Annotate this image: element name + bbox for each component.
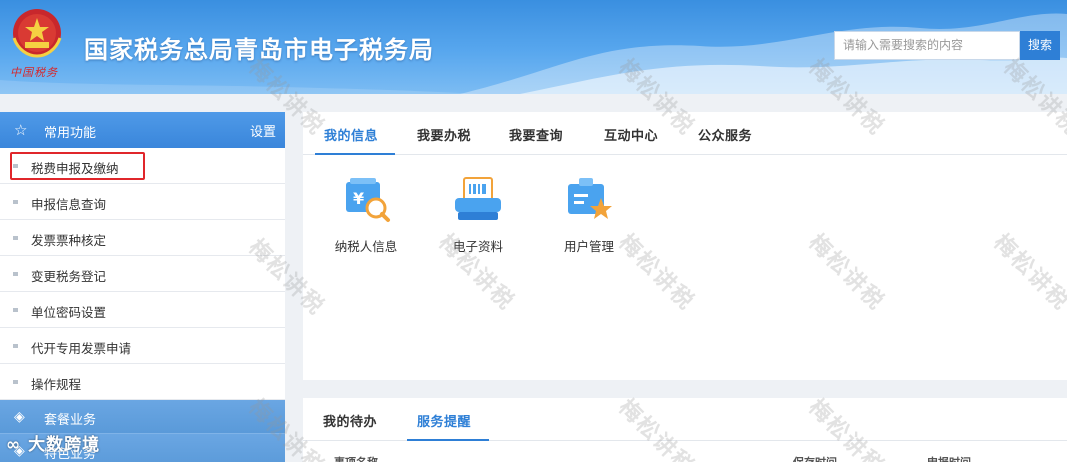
- tab-my-todo[interactable]: 我的待办: [323, 411, 377, 430]
- tab-my-info[interactable]: 我的信息: [324, 125, 378, 144]
- sidebar-item-procedures[interactable]: 操作规程: [0, 364, 285, 400]
- sidebar-item-label: 代开专用发票申请: [31, 341, 132, 356]
- active-tab-indicator: [407, 439, 489, 441]
- sidebar-settings-link[interactable]: 设置: [250, 121, 276, 140]
- tile-label: 电子资料: [452, 239, 503, 254]
- todo-panel: 我的待办 服务提醒 事项名称 保存时间 申报时间: [303, 398, 1067, 462]
- bullet-icon: [13, 272, 18, 276]
- sidebar-item-filing-query[interactable]: 申报信息查询: [0, 184, 285, 220]
- tab-tax-handling[interactable]: 我要办税: [417, 125, 471, 144]
- tab-public-services[interactable]: 公众服务: [698, 125, 752, 144]
- brand-subtitle: 中国税务: [10, 66, 58, 79]
- active-tab-indicator: [315, 153, 395, 155]
- tile-e-documents[interactable]: 电子资料: [433, 174, 523, 255]
- sidebar-header: ☆ 常用功能 设置: [0, 112, 285, 148]
- sidebar-item-label: 操作规程: [31, 377, 82, 392]
- e-documents-icon: [455, 177, 501, 220]
- sidebar-item-invoice-type[interactable]: 发票票种核定: [0, 220, 285, 256]
- sidebar-group-label: 套餐业务: [44, 413, 97, 428]
- main-tabs: 我的信息 我要办税 我要查询 互动中心 公众服务: [303, 112, 1067, 155]
- column-header-filing-time: 申报时间: [927, 454, 971, 462]
- sidebar-header-label: 常用功能: [44, 126, 97, 141]
- sidebar-group-packages[interactable]: ◈ 套餐业务: [0, 400, 285, 434]
- bullet-icon: [13, 200, 18, 204]
- brand-glyph-icon: ∞: [6, 435, 29, 455]
- sidebar-item-change-registration[interactable]: 变更税务登记: [0, 256, 285, 292]
- tab-interaction-center[interactable]: 互动中心: [604, 125, 658, 144]
- sidebar-item-label: 发票票种核定: [31, 233, 107, 248]
- sidebar-item-special-invoice[interactable]: 代开专用发票申请: [0, 328, 285, 364]
- search-input[interactable]: 请输入需要搜索的内容: [834, 31, 1020, 60]
- sidebar-item-password-settings[interactable]: 单位密码设置: [0, 292, 285, 328]
- search-button[interactable]: 搜索: [1020, 31, 1060, 60]
- sidebar-item-label: 申报信息查询: [31, 197, 107, 212]
- corner-brand-text: 大数跨境: [28, 435, 101, 455]
- column-header-item-name: 事项名称: [334, 454, 378, 462]
- bullet-icon: [13, 380, 18, 384]
- taxpayer-info-icon: ¥: [346, 178, 390, 222]
- bullet-icon: [13, 308, 18, 312]
- sidebar: ☆ 常用功能 设置 税费申报及缴纳 申报信息查询 发票票种核定 变更税务登记 单…: [0, 112, 285, 462]
- layers-icon: ◈: [14, 409, 25, 425]
- tax-emblem-icon: [12, 9, 62, 58]
- todo-tabs: 我的待办 服务提醒: [303, 398, 1067, 441]
- sidebar-item-label: 单位密码设置: [31, 305, 107, 320]
- tile-user-management[interactable]: 用户管理: [544, 174, 634, 255]
- tile-label: 纳税人信息: [334, 239, 398, 254]
- sidebar-item-tax-filing[interactable]: 税费申报及缴纳: [0, 148, 285, 184]
- bullet-icon: [13, 344, 18, 348]
- tab-query[interactable]: 我要查询: [509, 125, 563, 144]
- svg-text:¥: ¥: [353, 189, 364, 208]
- tile-taxpayer-info[interactable]: ¥ 纳税人信息: [321, 174, 411, 255]
- star-icon: ☆: [14, 121, 28, 139]
- corner-brand-logo: ∞ 大数跨境: [6, 430, 100, 455]
- user-management-icon: [568, 178, 612, 219]
- sidebar-item-label: 变更税务登记: [31, 269, 107, 284]
- tab-service-reminders[interactable]: 服务提醒: [417, 411, 471, 430]
- column-header-saved-time: 保存时间: [793, 454, 837, 462]
- site-title: 国家税务总局青岛市电子税务局: [84, 36, 434, 64]
- tile-label: 用户管理: [563, 239, 614, 254]
- site-header: 中国税务 国家税务总局青岛市电子税务局 请输入需要搜索的内容 搜索: [0, 0, 1067, 94]
- bullet-icon: [13, 236, 18, 240]
- my-info-panel: 我的信息 我要办税 我要查询 互动中心 公众服务 ¥ 纳税人信息 电子资料 用户…: [303, 112, 1067, 380]
- highlight-box: [10, 152, 145, 180]
